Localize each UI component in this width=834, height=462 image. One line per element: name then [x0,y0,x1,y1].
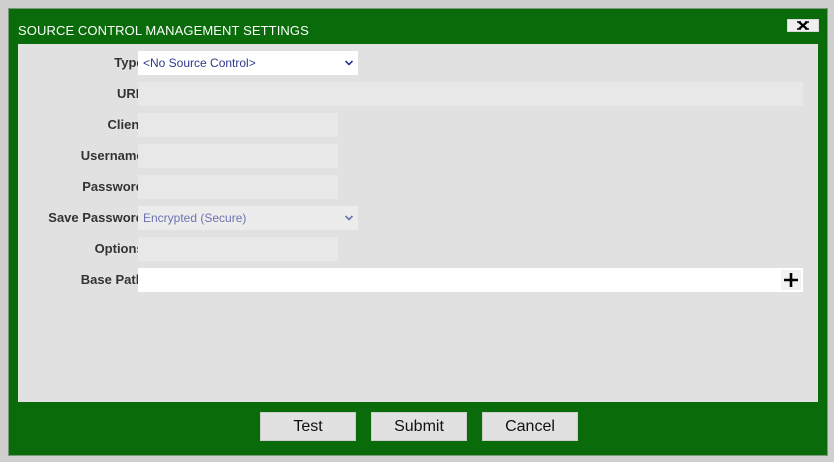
password-row: Password: [18,175,818,199]
save-password-value: Encrypted (Secure) [143,211,247,225]
plus-icon [784,273,798,287]
type-select[interactable]: <No Source Control> [138,51,358,75]
url-row: URL: [18,82,818,106]
settings-panel: Type: <No Source Control> URL: Client: U… [18,44,818,402]
username-field [138,144,338,168]
submit-button[interactable]: Submit [371,412,467,441]
username-row: Username: [18,144,818,168]
client-field [138,113,338,137]
scm-settings-dialog: SOURCE CONTROL MANAGEMENT SETTINGS Type:… [8,8,828,456]
close-x-icon [797,21,809,30]
type-select-value: <No Source Control> [143,56,256,70]
client-row: Client: [18,113,818,137]
options-row: Options: [18,237,818,261]
url-field [138,82,803,106]
base-path-input[interactable] [138,268,803,292]
close-button[interactable] [787,19,819,32]
cancel-button[interactable]: Cancel [482,412,578,441]
base-path-row: Base Path: [18,268,818,292]
save-password-label: Save Password: [48,210,148,225]
chevron-down-icon [344,215,354,221]
type-row: Type: <No Source Control> [18,51,818,75]
dialog-title: SOURCE CONTROL MANAGEMENT SETTINGS [18,23,309,38]
options-field [138,237,338,261]
chevron-down-icon [344,60,354,66]
add-base-path-button[interactable] [781,270,801,290]
button-bar: Test Submit Cancel [9,412,827,444]
password-field [138,175,338,199]
save-password-select: Encrypted (Secure) [138,206,358,230]
save-password-row: Save Password: Encrypted (Secure) [18,206,818,230]
test-button[interactable]: Test [260,412,356,441]
